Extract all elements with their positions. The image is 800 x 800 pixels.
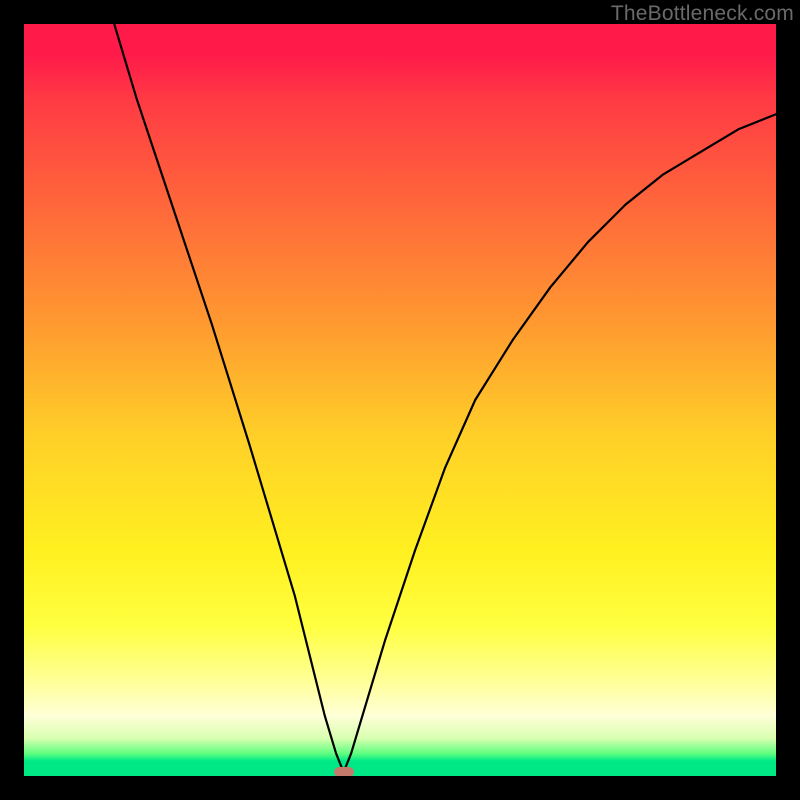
bottleneck-curve: [24, 24, 776, 776]
plot-area: [24, 24, 776, 776]
optimal-point-marker: [334, 767, 354, 776]
chart-frame: TheBottleneck.com: [0, 0, 800, 800]
watermark-text: TheBottleneck.com: [611, 2, 794, 26]
